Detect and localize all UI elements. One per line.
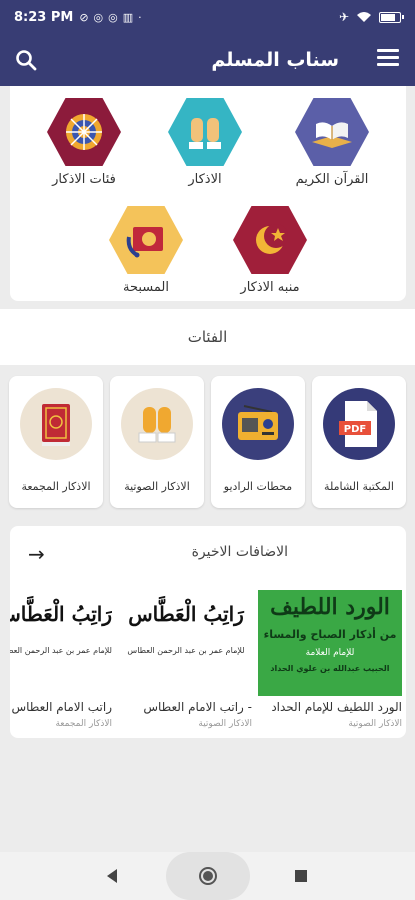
shortcut-adhkar[interactable]: الاذكار <box>145 98 265 187</box>
back-icon[interactable] <box>104 868 120 884</box>
category-label: الاذكار المجمعة <box>21 480 91 493</box>
shortcut-label: فئات الاذكار <box>52 172 116 187</box>
system-navigation-bar <box>0 852 415 900</box>
home-button[interactable] <box>166 852 250 900</box>
svg-text:PDF: PDF <box>344 424 366 435</box>
recent-item-subtitle: الاذكار الصوتية <box>198 719 252 729</box>
shortcut-label: القرآن الكريم <box>295 172 369 187</box>
recent-item-title[interactable]: راتب الامام العطاس <box>10 700 113 714</box>
whatsapp-icon-2: ◎ <box>108 10 118 24</box>
recent-item-title[interactable]: راتب الامام العطاس - <box>120 700 252 714</box>
shortcut-label: المسبحة <box>123 280 169 295</box>
recent-item-thumbnail[interactable]: رَاتِبُ الْعَطَّاس للإمام عمر بن عبد الر… <box>120 590 252 696</box>
thumb-line: من أذكار الصباح والمساء <box>263 628 397 641</box>
thumb-line: للإمام عمر بن عبد الرحمن العطاس <box>10 646 112 655</box>
home-icon <box>199 867 217 885</box>
categories-header: الفئات <box>0 309 415 365</box>
category-audio-adhkar[interactable]: الاذكار الصوتية <box>110 376 204 508</box>
mute-icon: ⊘ <box>79 10 89 24</box>
notification-icons: ⊘ ◎ ◎ ▥ · <box>79 11 141 24</box>
shortcut-adhkar-alarm[interactable]: منبه الاذكار <box>210 206 330 295</box>
shortcut-label: الاذكار <box>188 172 222 187</box>
recent-item-thumbnail[interactable]: رَاتِبُ الْعَطَّاس للإمام عمر بن عبد الر… <box>10 590 112 696</box>
quran-icon <box>295 98 369 166</box>
arrow-right-icon[interactable]: → <box>28 542 45 566</box>
thumb-line: للإمام العلامة <box>305 648 355 658</box>
praying-hands-icon <box>121 388 193 460</box>
category-label: الاذكار الصوتية <box>124 480 190 493</box>
shortcut-label: منبه الاذكار <box>240 280 300 295</box>
status-bar: 8:23 PM ⊘ ◎ ◎ ▥ · ✈ <box>0 0 415 34</box>
recent-item-subtitle: الاذكار الصوتية <box>348 719 402 729</box>
category-combined-adhkar[interactable]: الاذكار المجمعة <box>9 376 103 508</box>
category-label: محطات الراديو <box>223 480 293 493</box>
search-icon[interactable] <box>14 48 38 72</box>
radio-icon <box>222 388 294 460</box>
recents-icon[interactable] <box>295 870 307 882</box>
recent-item-title[interactable]: الورد اللطيف للإمام الحداد <box>258 700 402 714</box>
wifi-icon <box>357 12 371 22</box>
dot-icon: · <box>138 10 142 24</box>
shortcut-adhkar-categories[interactable]: فئات الاذكار <box>24 98 144 187</box>
ornament-icon <box>47 98 121 166</box>
app-title: سناب المسلم <box>211 49 339 71</box>
recent-item-subtitle: الاذكار المجمعة <box>55 719 112 729</box>
praying-hands-icon <box>168 98 242 166</box>
whatsapp-icon: ◎ <box>93 10 104 24</box>
crescent-icon <box>233 206 307 274</box>
battery-icon <box>379 11 404 23</box>
shortcut-tasbih[interactable]: المسبحة <box>86 206 206 295</box>
app-bar: سناب المسلم <box>0 34 415 86</box>
shortcut-quran[interactable]: القرآن الكريم <box>272 98 392 187</box>
menu-icon[interactable] <box>377 49 399 67</box>
recent-item-thumbnail[interactable]: الورد اللطيف من أذكار الصباح والمساء للإ… <box>258 590 402 696</box>
category-radio[interactable]: محطات الراديو <box>211 376 305 508</box>
status-time: 8:23 PM <box>14 9 74 25</box>
thumb-line: الحبيب عبدالله بن علوي الحداد <box>270 664 390 673</box>
airplane-icon: ✈ <box>338 10 349 24</box>
delete-icon: ▥ <box>122 10 134 24</box>
book-icon <box>20 388 92 460</box>
prayer-mat-icon <box>109 206 183 274</box>
category-library[interactable]: PDF المكتبة الشاملة <box>312 376 406 508</box>
category-label: المكتبة الشاملة <box>324 480 394 493</box>
pdf-icon: PDF <box>323 388 395 460</box>
main-shortcuts-card: القرآن الكريم الاذكار فئات الاذكار منبه … <box>10 86 406 301</box>
thumb-title: رَاتِبُ الْعَطَّاس <box>10 602 112 626</box>
thumb-line: للإمام عمر بن عبد الرحمن العطاس <box>127 646 245 655</box>
thumb-title: الورد اللطيف <box>270 594 390 620</box>
thumb-title: رَاتِبُ الْعَطَّاس <box>128 602 244 626</box>
recent-additions-card: الاضافات الاخيرة → الورد اللطيف من أذكار… <box>10 526 406 738</box>
recent-title: الاضافات الاخيرة <box>191 544 288 560</box>
